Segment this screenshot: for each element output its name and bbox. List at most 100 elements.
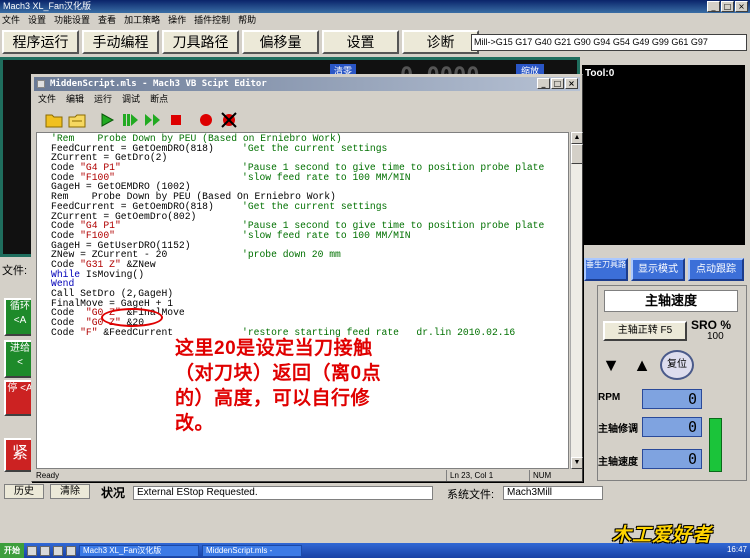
spindle-cw-button[interactable]: 主轴正转 F5 xyxy=(603,321,687,341)
code-lines: 'Rem Probe Down by PEU (Based on Erniebr… xyxy=(51,134,544,338)
menu-file[interactable]: 文件 xyxy=(2,13,20,27)
scroll-down-icon[interactable]: ▼ xyxy=(571,457,583,469)
editor-app-icon xyxy=(37,80,45,88)
editor-title-bar: MiddenScript.mls - Mach3 VB Scipt Editor… xyxy=(34,77,580,91)
editor-close-button[interactable]: × xyxy=(565,78,578,89)
menu-view[interactable]: 查看 xyxy=(98,13,116,27)
editor-menu-breakpoints[interactable]: 断点 xyxy=(150,92,168,106)
editor-menu-bar: 文件 编辑 运行 调试 断点 xyxy=(34,92,168,106)
editor-minimize-button[interactable]: _ xyxy=(537,78,550,89)
code-comment: 'probe down 20 mm xyxy=(242,249,341,261)
mach3-window-controls: _ □ × xyxy=(707,1,748,12)
code-comment: 'slow feed rate to 100 MM/MIN xyxy=(242,171,411,183)
mach3-title-bar: Mach3 XL_Fan汉化版 _ □ × xyxy=(0,0,750,13)
jog-follow-button[interactable]: 点动跟踪 xyxy=(688,258,744,281)
spindle-override-dro: 0 xyxy=(642,417,702,437)
status-label: 状况 xyxy=(101,486,126,500)
code-comment: 'slow feed rate to 100 MM/MIN xyxy=(242,229,411,241)
quick-launch-icon[interactable] xyxy=(27,545,37,556)
taskbar-item-script-editor[interactable]: MiddenScript.mls - xyxy=(202,544,302,557)
file-label: 文件: xyxy=(2,265,28,277)
editor-menu-edit[interactable]: 编辑 xyxy=(66,92,84,106)
quick-launch-icon[interactable] xyxy=(66,545,76,556)
maximize-button[interactable]: □ xyxy=(721,1,734,12)
spindle-override-label: 主轴修调 xyxy=(598,424,638,435)
display-mode-button[interactable]: 显示模式 xyxy=(631,258,685,281)
menu-wizards[interactable]: 加工策略 xyxy=(124,13,160,27)
stop-icon[interactable] xyxy=(166,110,186,130)
tab-offsets[interactable]: 偏移量 xyxy=(242,30,319,54)
menu-help[interactable]: 帮助 xyxy=(238,13,256,27)
spindle-up-icon[interactable]: ▲ xyxy=(631,353,653,377)
tab-settings[interactable]: 设置 xyxy=(322,30,399,54)
rpm-dro: 0 xyxy=(642,389,702,409)
editor-maximize-button[interactable]: □ xyxy=(551,78,564,89)
tab-diagnostics[interactable]: 诊断 xyxy=(402,30,479,54)
breakpoint-icon[interactable] xyxy=(196,110,216,130)
profile-value: Mach3Mill xyxy=(503,486,603,500)
menu-function-settings[interactable]: 功能设置 xyxy=(54,13,90,27)
quick-launch-icon[interactable] xyxy=(40,545,50,556)
scrollbar-thumb[interactable] xyxy=(571,144,583,164)
mach3-screen-tabs: 程序运行 手动编程 刀具路径 偏移量 设置 诊断 xyxy=(0,30,479,55)
mach3-title: Mach3 XL_Fan汉化版 xyxy=(3,1,92,11)
regen-toolpath-button[interactable]: 垂生刀具路径 xyxy=(584,258,628,281)
editor-window-controls: _ □ × xyxy=(537,78,578,89)
rpm-label: RPM xyxy=(598,392,621,403)
code-string: "F" xyxy=(80,326,98,338)
editor-menu-run[interactable]: 运行 xyxy=(94,92,112,106)
clear-breakpoints-icon[interactable] xyxy=(219,110,239,130)
spindle-reset-button[interactable]: 复位 xyxy=(660,350,694,380)
toolpath-display: Tool:0 xyxy=(582,65,745,245)
sro-value: 100 xyxy=(707,331,724,342)
tab-toolpath[interactable]: 刀具路径 xyxy=(162,30,239,54)
editor-status-bar: Ready Ln 23, Col 1 NUM xyxy=(34,470,582,481)
taskbar-item-mach3[interactable]: Mach3 XL_Fan汉化版 xyxy=(79,544,199,557)
editor-title: MiddenScript.mls - Mach3 VB Scipt Editor xyxy=(50,79,267,89)
history-button[interactable]: 历史 xyxy=(4,484,44,499)
annotation-text: 这里20是设定当刀接触（对刀块）返回（离0点的）高度，可以自行修改。 xyxy=(175,338,382,434)
annotation-circle xyxy=(101,308,163,327)
close-button[interactable]: × xyxy=(735,1,748,12)
open-folder-icon[interactable] xyxy=(44,110,64,130)
editor-num-indicator: NUM xyxy=(529,470,551,481)
code-line: While IsMoving() xyxy=(51,268,342,280)
menu-plugins[interactable]: 插件控制 xyxy=(194,13,230,27)
menu-operator[interactable]: 操作 xyxy=(168,13,186,27)
start-button[interactable]: 开始 xyxy=(0,543,24,558)
site-watermark-logo: 木工爱好者 xyxy=(612,525,713,546)
mach3-menu-bar: 文件 设置 功能设置 查看 加工策略 操作 插件控制 帮助 xyxy=(0,13,750,27)
code-comment: 'Get the current settings xyxy=(242,142,388,154)
editor-menu-debug[interactable]: 调试 xyxy=(122,92,140,106)
tab-program-run[interactable]: 程序运行 xyxy=(2,30,79,54)
status-message: External EStop Requested. xyxy=(133,486,433,500)
editor-vertical-scrollbar[interactable]: ▲ ▼ xyxy=(570,132,583,469)
spindle-speed-title: 主轴速度 xyxy=(604,290,738,312)
clear-button[interactable]: 清除 xyxy=(50,484,90,499)
editor-menu-file[interactable]: 文件 xyxy=(38,92,56,106)
menu-settings[interactable]: 设置 xyxy=(28,13,46,27)
code-text: IsMoving() xyxy=(80,268,145,280)
spindle-down-icon[interactable]: ▼ xyxy=(600,353,622,377)
code-keyword: Code xyxy=(51,326,81,338)
scroll-up-icon[interactable]: ▲ xyxy=(571,132,583,144)
quick-launch-icon[interactable] xyxy=(53,545,63,556)
modal-gcode-line: Mill->G15 G17 G40 G21 G90 G94 G54 G49 G9… xyxy=(471,34,747,51)
editor-status-ready: Ready xyxy=(36,471,60,480)
code-comment: 'Get the current settings xyxy=(242,200,388,212)
sro-label: SRO % xyxy=(691,318,732,332)
code-text: &FeedCurrent xyxy=(97,326,174,338)
pause-icon[interactable] xyxy=(120,110,140,130)
spindle-load-bar xyxy=(709,418,722,472)
editor-cursor-position: Ln 23, Col 1 xyxy=(446,470,526,481)
tool-label: Tool:0 xyxy=(585,68,615,79)
run-icon[interactable] xyxy=(97,110,117,130)
tab-mdi[interactable]: 手动编程 xyxy=(82,30,159,54)
step-icon[interactable] xyxy=(143,110,163,130)
spindle-speed-label: 主轴速度 xyxy=(598,457,638,468)
open-file-icon[interactable] xyxy=(67,110,87,130)
spindle-speed-dro: 0 xyxy=(642,449,702,469)
profile-label: 系统文件: xyxy=(447,489,495,501)
minimize-button[interactable]: _ xyxy=(707,1,720,12)
editor-toolbar xyxy=(36,108,580,132)
